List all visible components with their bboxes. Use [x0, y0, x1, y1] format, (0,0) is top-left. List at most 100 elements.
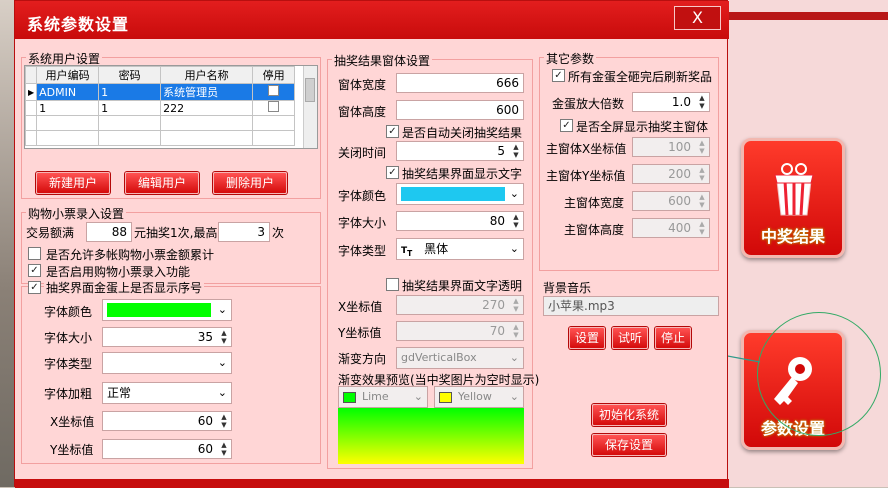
- table-row[interactable]: ▶ ADMIN 1 系统管理员: [24, 83, 296, 101]
- close-button[interactable]: X: [674, 6, 721, 30]
- background-scenery: [0, 0, 14, 487]
- users-grid[interactable]: 用户编码 密码 用户名称 停用 ▶ ADMIN 1 系统管理员 1 1 222: [24, 65, 318, 149]
- column-header-code[interactable]: 用户编码: [36, 66, 100, 84]
- zoom-label: 金蛋放大倍数: [552, 97, 625, 111]
- main-x-input[interactable]: 100 ▲ ▼: [632, 137, 710, 157]
- column-header-disabled[interactable]: 停用: [252, 66, 296, 84]
- cell-code: ADMIN: [36, 83, 100, 101]
- egg-bold-value: 正常: [107, 386, 132, 400]
- result-font-type-value: 黑体: [424, 242, 449, 256]
- receipt-group-title: 购物小票录入设置: [26, 205, 127, 222]
- music-set-button[interactable]: 设置: [569, 327, 605, 349]
- enable-receipt-checkbox[interactable]: ✓: [28, 264, 41, 277]
- scrollbar-thumb[interactable]: [305, 78, 315, 102]
- gradient-dir-select[interactable]: gdVerticalBox ⌄: [396, 347, 524, 369]
- table-row: [24, 130, 296, 146]
- spinner-icon[interactable]: ▲ ▼: [696, 220, 708, 236]
- row-indicator: [24, 100, 38, 116]
- spinner-icon[interactable]: ▲ ▼: [510, 323, 522, 339]
- height-input[interactable]: 600: [396, 100, 524, 120]
- width-input[interactable]: 666: [396, 73, 524, 93]
- new-user-button[interactable]: 新建用户: [36, 172, 110, 194]
- zoom-value: 1.0: [671, 95, 691, 109]
- other-params-group-title: 其它参数: [544, 50, 597, 67]
- egg-y-value: 60: [197, 442, 213, 456]
- max-times-input[interactable]: 3: [218, 222, 270, 242]
- close-time-input[interactable]: 5 ▲ ▼: [396, 141, 524, 161]
- result-x-input[interactable]: 270 ▲ ▼: [396, 295, 524, 315]
- edit-user-button[interactable]: 编辑用户: [125, 172, 199, 194]
- main-w-value: 600: [668, 194, 691, 208]
- zoom-input[interactable]: 1.0 ▲ ▼: [632, 92, 710, 112]
- egg-x-input[interactable]: 60 ▲ ▼: [102, 411, 232, 431]
- music-listen-button[interactable]: 试听: [612, 327, 648, 349]
- spinner-icon[interactable]: ▲ ▼: [218, 441, 230, 457]
- allow-multi-label: 是否允许多帐购物小票金额累计: [46, 248, 215, 262]
- disabled-checkbox[interactable]: [268, 85, 280, 96]
- fullscreen-checkbox[interactable]: ✓: [560, 119, 573, 132]
- gradient-color1-select[interactable]: Lime ⌄: [338, 386, 428, 408]
- column-header-name[interactable]: 用户名称: [160, 66, 254, 84]
- result-font-color-select[interactable]: ⌄: [396, 183, 524, 205]
- music-stop-button[interactable]: 停止: [655, 327, 691, 349]
- spinner-icon[interactable]: ▲ ▼: [218, 413, 230, 429]
- main-y-input[interactable]: 200 ▲ ▼: [632, 164, 710, 184]
- delete-user-button[interactable]: 删除用户: [213, 172, 287, 194]
- show-text-checkbox[interactable]: ✓: [386, 166, 399, 179]
- dialog-title: 系统参数设置: [27, 15, 130, 34]
- result-y-input[interactable]: 70 ▲ ▼: [396, 321, 524, 341]
- gradient-color2-select[interactable]: Yellow ⌄: [434, 386, 524, 408]
- disabled-checkbox[interactable]: [268, 101, 280, 112]
- egg-y-input[interactable]: 60 ▲ ▼: [102, 439, 232, 459]
- close-time-label: 关闭时间: [338, 146, 387, 160]
- cell-password: 1: [98, 83, 162, 101]
- cell-disabled: [252, 83, 296, 101]
- spinner-icon[interactable]: ▲ ▼: [696, 166, 708, 182]
- amount-input[interactable]: 88: [86, 222, 132, 242]
- egg-font-color-select[interactable]: ⌄: [102, 299, 232, 321]
- result-y-label: Y坐标值: [338, 326, 382, 340]
- chevron-down-icon: ⌄: [217, 303, 227, 316]
- grid-scrollbar[interactable]: [303, 66, 317, 148]
- row-pointer-icon: ▶: [24, 83, 38, 101]
- music-label: 背景音乐: [543, 281, 592, 295]
- init-system-button[interactable]: 初始化系统: [592, 404, 666, 426]
- spinner-icon[interactable]: ▲ ▼: [696, 193, 708, 209]
- table-row[interactable]: 1 1 222: [24, 100, 296, 116]
- result-font-size-value: 80: [489, 214, 505, 228]
- result-font-size-input[interactable]: 80 ▲ ▼: [396, 211, 524, 231]
- refresh-prizes-checkbox[interactable]: ✓: [552, 69, 565, 82]
- result-button[interactable]: 中奖结果: [741, 138, 845, 258]
- background-strip: [728, 12, 888, 20]
- egg-bold-select[interactable]: 正常 ⌄: [102, 382, 232, 404]
- gradient-dir-value: gdVerticalBox: [401, 351, 477, 364]
- main-h-value: 400: [668, 221, 691, 235]
- chevron-down-icon: ⌄: [509, 187, 519, 200]
- save-settings-button[interactable]: 保存设置: [592, 434, 666, 456]
- music-file-input[interactable]: 小苹果.mp3: [543, 296, 719, 316]
- result-x-value: 270: [482, 298, 505, 312]
- main-w-input[interactable]: 600 ▲ ▼: [632, 191, 710, 211]
- allow-multi-checkbox[interactable]: [28, 247, 41, 260]
- spinner-icon[interactable]: ▲ ▼: [510, 143, 522, 159]
- egg-font-type-select[interactable]: ⌄: [102, 352, 232, 374]
- result-font-type-select[interactable]: TT 黑体 ⌄: [396, 238, 524, 260]
- spinner-icon[interactable]: ▲ ▼: [696, 139, 708, 155]
- spinner-icon[interactable]: ▲ ▼: [696, 94, 708, 110]
- chevron-down-icon: ⌄: [217, 386, 227, 399]
- spinner-icon[interactable]: ▲ ▼: [510, 297, 522, 313]
- result-button-label: 中奖结果: [760, 227, 825, 246]
- egg-font-type-label: 字体类型: [44, 357, 93, 371]
- auto-close-checkbox[interactable]: ✓: [386, 125, 399, 138]
- amount-label: 交易额满: [26, 226, 75, 240]
- transparent-checkbox[interactable]: [386, 278, 399, 291]
- spinner-icon[interactable]: ▲ ▼: [218, 329, 230, 345]
- other-params-group: 其它参数 ✓ 所有金蛋全砸完后刷新奖品 金蛋放大倍数 1.0 ▲ ▼ ✓ 是否全屏…: [539, 50, 719, 271]
- color1-swatch: [343, 391, 356, 403]
- column-header-password[interactable]: 密码: [98, 66, 162, 84]
- egg-font-color-label: 字体颜色: [44, 305, 93, 319]
- main-h-input[interactable]: 400 ▲ ▼: [632, 218, 710, 238]
- show-seq-checkbox[interactable]: ✓: [28, 281, 41, 294]
- egg-font-size-input[interactable]: 35 ▲ ▼: [102, 327, 232, 347]
- spinner-icon[interactable]: ▲ ▼: [510, 213, 522, 229]
